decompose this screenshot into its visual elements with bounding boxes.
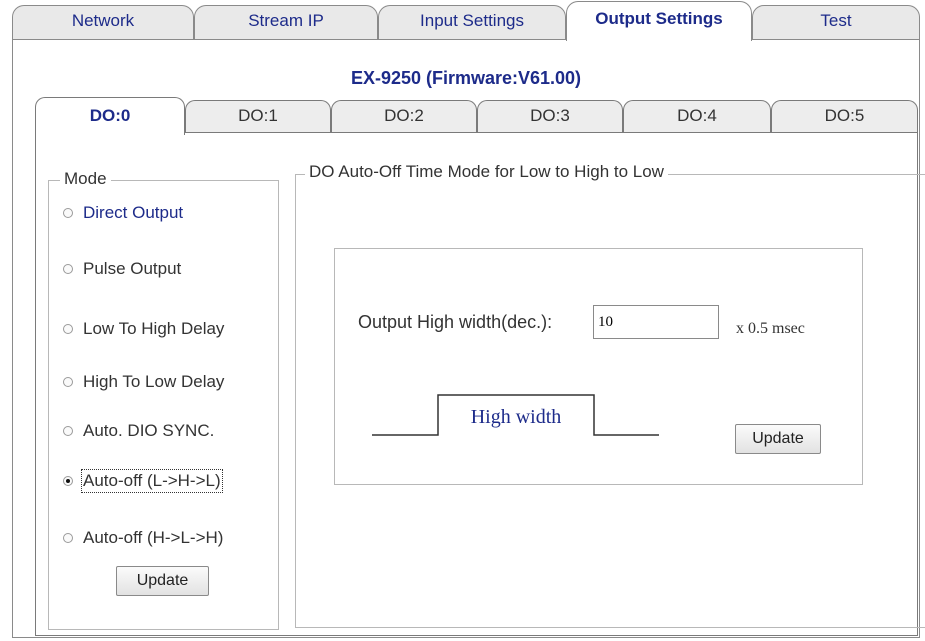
tab-do-4[interactable]: DO:4: [623, 100, 771, 132]
radio-label: Auto-off (L->H->L): [81, 469, 223, 493]
radio-auto-off-hlh[interactable]: Auto-off (H->L->H): [63, 526, 223, 550]
radio-button[interactable]: [63, 208, 73, 218]
tab-do-3[interactable]: DO:3: [477, 100, 623, 132]
radio-low-to-high-delay[interactable]: Low To High Delay: [63, 317, 224, 341]
radio-button[interactable]: [63, 533, 73, 543]
radio-auto-dio-sync[interactable]: Auto. DIO SYNC.: [63, 419, 214, 443]
radio-pulse-output[interactable]: Pulse Output: [63, 257, 181, 281]
radio-direct-output[interactable]: Direct Output: [63, 201, 183, 225]
high-width-label: High width: [470, 406, 562, 428]
tab-do-1[interactable]: DO:1: [185, 100, 331, 132]
output-high-width-input[interactable]: [593, 305, 719, 339]
radio-label: Auto-off (H->L->H): [83, 528, 224, 547]
radio-button[interactable]: [63, 426, 73, 436]
tab-output-settings[interactable]: Output Settings: [566, 1, 752, 41]
radio-label: Low To High Delay: [83, 319, 225, 338]
tab-do-2[interactable]: DO:2: [331, 100, 477, 132]
unit-label: x 0.5 msec: [736, 320, 805, 337]
tab-network[interactable]: Network: [12, 5, 194, 39]
tab-input-settings[interactable]: Input Settings: [378, 5, 566, 39]
radio-button[interactable]: [63, 264, 73, 274]
radio-button[interactable]: [63, 377, 73, 387]
auto-off-update-button[interactable]: Update: [735, 424, 821, 454]
auto-off-legend: DO Auto-Off Time Mode for Low to High to…: [305, 162, 668, 182]
radio-label: High To Low Delay: [83, 372, 225, 391]
top-tab-bar: Network Stream IP Input Settings Output …: [12, 0, 920, 41]
mode-groupbox: [48, 180, 279, 630]
tab-test[interactable]: Test: [752, 5, 920, 39]
radio-label: Direct Output: [83, 203, 184, 222]
radio-button[interactable]: [63, 324, 73, 334]
radio-auto-off-lhl[interactable]: Auto-off (L->H->L): [63, 469, 223, 493]
radio-high-to-low-delay[interactable]: High To Low Delay: [63, 370, 224, 394]
radio-label: Pulse Output: [83, 259, 182, 278]
device-title: EX-9250 (Firmware:V61.00): [350, 68, 582, 88]
tab-do-0[interactable]: DO:0: [35, 97, 185, 135]
output-high-width-label: Output High width(dec.):: [358, 312, 553, 332]
radio-label: Auto. DIO SYNC.: [83, 421, 215, 440]
tab-stream-ip[interactable]: Stream IP: [194, 5, 378, 39]
radio-button[interactable]: [63, 476, 73, 486]
tab-do-5[interactable]: DO:5: [771, 100, 918, 132]
mode-legend: Mode: [60, 169, 111, 189]
mode-update-button[interactable]: Update: [116, 566, 209, 596]
